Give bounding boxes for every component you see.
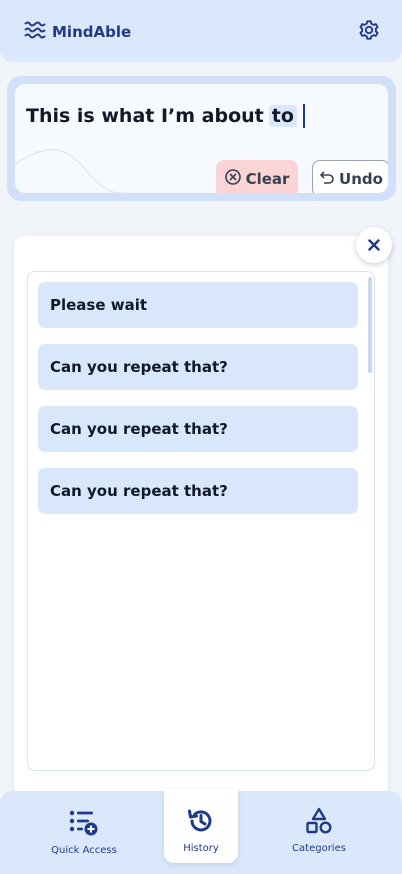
clear-button[interactable]: Clear [216,160,298,193]
history-item-label: Can you repeat that? [50,358,228,376]
app-header: MindAble [0,0,402,62]
history-item-label: Please wait [50,296,148,314]
message-text: This is what I’m about to [26,104,305,128]
nav-quick-access[interactable]: Quick Access [44,791,124,874]
gear-icon [358,19,380,45]
message-box[interactable]: This is what I’m about to Clear Undo [15,84,388,193]
app-root: MindAble This is what I’m about to Clear… [0,0,402,874]
brand-waves-icon [24,20,46,44]
history-item[interactable]: Can you repeat that? [38,344,358,390]
close-history-button[interactable] [356,227,392,263]
history-item[interactable]: Please wait [38,282,358,328]
message-panel: This is what I’m about to Clear Undo [7,76,396,201]
highlighted-word[interactable]: to [268,105,297,127]
history-item[interactable]: Can you repeat that? [38,406,358,452]
nav-history[interactable]: History [164,791,238,874]
history-panel: Please wait Can you repeat that? Can you… [14,236,388,796]
list-scrollbar[interactable] [368,277,372,373]
history-item[interactable]: Can you repeat that? [38,468,358,514]
history-list[interactable]: Please wait Can you repeat that? Can you… [27,271,375,771]
brand: MindAble [24,20,131,44]
nav-label: History [183,843,219,854]
categories-icon [305,807,333,839]
message-text-content: This is what I’m about [26,105,264,127]
text-caret [302,104,305,128]
undo-button-label: Undo [339,169,383,188]
clear-x-icon [224,168,241,189]
nav-label: Categories [292,843,346,854]
clear-button-label: Clear [245,169,290,188]
app-name: MindAble [52,23,132,41]
quick-access-icon [69,809,99,841]
settings-button[interactable] [356,19,382,45]
undo-icon [319,169,335,189]
undo-button[interactable]: Undo [312,160,388,193]
bottom-nav: Quick Access History Categories [0,789,402,874]
history-item-label: Can you repeat that? [50,482,228,500]
nav-categories[interactable]: Categories [284,791,354,874]
history-icon [187,807,215,839]
history-item-label: Can you repeat that? [50,420,228,438]
close-icon [368,236,380,255]
nav-label: Quick Access [51,845,117,856]
